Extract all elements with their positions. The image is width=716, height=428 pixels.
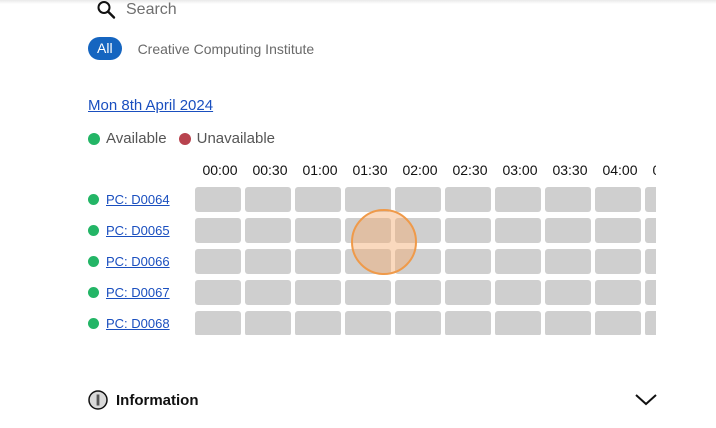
chevron-down-icon[interactable] (634, 391, 658, 407)
time-slot[interactable] (495, 249, 541, 274)
computer-link[interactable]: PC: D0067 (106, 285, 170, 300)
search-input[interactable] (126, 1, 326, 19)
time-slot[interactable] (495, 280, 541, 305)
time-slots (195, 187, 656, 212)
time-slot[interactable] (195, 311, 241, 335)
time-slot[interactable] (295, 311, 341, 335)
status-dot-icon (88, 318, 99, 329)
time-slot[interactable] (295, 187, 341, 212)
time-slot[interactable] (545, 218, 591, 243)
information-title: Information (116, 391, 199, 409)
touch-indicator (351, 209, 417, 275)
time-slot[interactable] (245, 249, 291, 274)
time-label: 00:30 (252, 162, 288, 178)
time-slot[interactable] (545, 280, 591, 305)
time-slots (195, 218, 656, 243)
time-slot[interactable] (345, 280, 391, 305)
search-icon (96, 0, 118, 20)
time-slot[interactable] (595, 280, 641, 305)
computer-link[interactable]: PC: D0066 (106, 254, 170, 269)
time-label: 02:30 (452, 162, 488, 178)
legend-available-label: Available (106, 130, 167, 147)
computer-row: PC: D0067 (88, 277, 656, 308)
unavailable-dot-icon (178, 132, 191, 145)
time-slot[interactable] (295, 218, 341, 243)
computer-link[interactable]: PC: D0068 (106, 316, 170, 331)
time-label: 02:00 (402, 162, 438, 178)
time-slot[interactable] (245, 187, 291, 212)
time-slot[interactable] (245, 280, 291, 305)
time-label: 01:30 (352, 162, 388, 178)
time-slots (195, 249, 656, 274)
time-slot[interactable] (445, 280, 491, 305)
time-slot[interactable] (445, 249, 491, 274)
time-slot[interactable] (395, 187, 441, 212)
legend-unavailable-label: Unavailable (196, 130, 275, 147)
time-header: 00:00 00:30 01:00 01:30 02:00 02:30 03:00 03:30… (195, 162, 656, 178)
time-label: 04:30 (645, 162, 656, 178)
time-slot[interactable] (395, 280, 441, 305)
information-section[interactable]: Information (88, 389, 658, 411)
info-icon (88, 390, 108, 410)
time-label: 00:00 (202, 162, 238, 178)
time-slot[interactable] (595, 311, 641, 335)
time-slot[interactable] (245, 218, 291, 243)
time-slot[interactable] (645, 280, 656, 305)
time-slot[interactable] (645, 218, 656, 243)
time-slot[interactable] (495, 187, 541, 212)
status-dot-icon (88, 194, 99, 205)
booking-page: All Creative Computing Institute Mon 8th… (0, 0, 716, 428)
time-label: 04:00 (602, 162, 638, 178)
availability-legend: Available Unavailable (88, 130, 275, 147)
computer-cell: PC: D0067 (88, 285, 195, 300)
computer-link[interactable]: PC: D0065 (106, 223, 170, 238)
time-slot[interactable] (445, 311, 491, 335)
time-slot[interactable] (595, 187, 641, 212)
time-slot[interactable] (545, 187, 591, 212)
computer-row: PC: D0068 (88, 308, 656, 335)
time-slot[interactable] (445, 218, 491, 243)
time-slot[interactable] (295, 249, 341, 274)
time-label: 03:00 (502, 162, 538, 178)
time-slot[interactable] (295, 280, 341, 305)
computer-cell: PC: D0064 (88, 192, 195, 207)
status-dot-icon (88, 225, 99, 236)
time-slot[interactable] (495, 218, 541, 243)
time-slots (195, 311, 656, 335)
time-slot[interactable] (595, 218, 641, 243)
time-slot[interactable] (195, 249, 241, 274)
time-slots (195, 280, 656, 305)
status-dot-icon (88, 287, 99, 298)
status-dot-icon (88, 256, 99, 267)
time-slot[interactable] (495, 311, 541, 335)
filter-all-chip[interactable]: All (88, 37, 122, 60)
time-slot[interactable] (545, 311, 591, 335)
time-label: 01:00 (302, 162, 338, 178)
date-link[interactable]: Mon 8th April 2024 (88, 97, 213, 114)
time-label: 03:30 (552, 162, 588, 178)
time-slot[interactable] (445, 187, 491, 212)
time-slot[interactable] (345, 311, 391, 335)
time-slot[interactable] (395, 311, 441, 335)
time-slot[interactable] (195, 187, 241, 212)
time-slot[interactable] (545, 249, 591, 274)
computer-cell: PC: D0068 (88, 316, 195, 331)
location-filters: All Creative Computing Institute (88, 37, 314, 60)
filter-location-chip[interactable]: Creative Computing Institute (138, 41, 315, 57)
time-slot[interactable] (195, 280, 241, 305)
computer-link[interactable]: PC: D0064 (106, 192, 170, 207)
time-slot[interactable] (195, 218, 241, 243)
search-bar[interactable] (96, 0, 326, 20)
time-slot[interactable] (595, 249, 641, 274)
time-slot[interactable] (645, 249, 656, 274)
time-slot[interactable] (245, 311, 291, 335)
time-slot[interactable] (645, 311, 656, 335)
time-slot[interactable] (645, 187, 656, 212)
available-dot-icon (88, 132, 100, 145)
computer-cell: PC: D0066 (88, 254, 195, 269)
computer-cell: PC: D0065 (88, 223, 195, 238)
